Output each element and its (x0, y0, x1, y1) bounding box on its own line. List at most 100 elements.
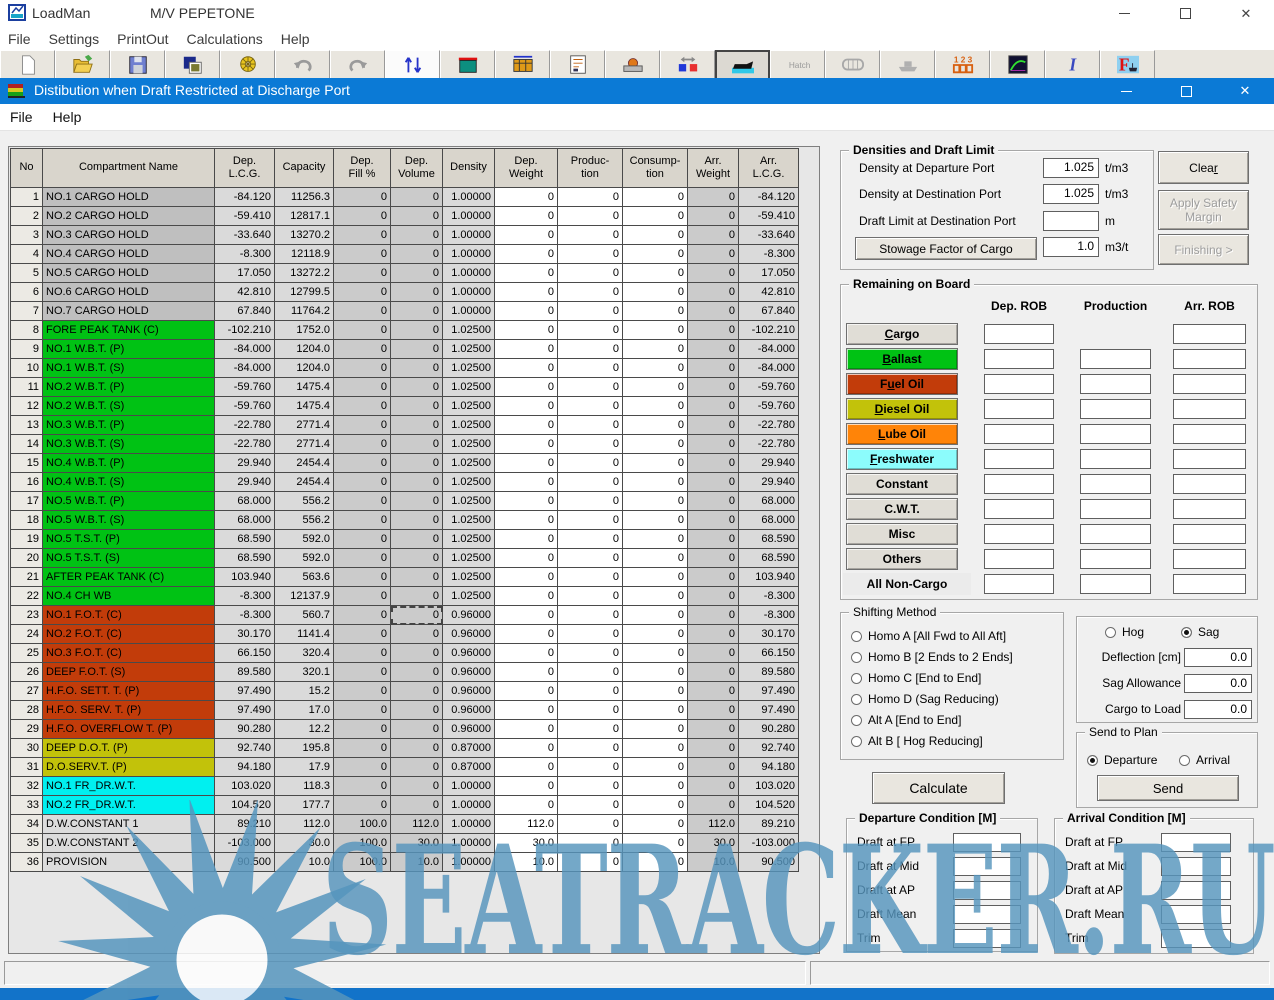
cell[interactable]: -59.760 (215, 378, 275, 397)
cell[interactable]: 10.0 (495, 853, 558, 872)
cell[interactable]: 0 (688, 796, 739, 815)
cell[interactable]: 0 (391, 739, 443, 758)
arrival-input-2[interactable] (1161, 881, 1231, 900)
cell[interactable]: 0 (623, 739, 688, 758)
cell[interactable]: 30.170 (739, 625, 799, 644)
cell[interactable]: 0 (558, 454, 623, 473)
cell[interactable]: -84.000 (215, 359, 275, 378)
toolbar-button-undo[interactable] (275, 50, 330, 78)
cell[interactable]: 0 (391, 416, 443, 435)
cell[interactable]: 12118.9 (275, 245, 334, 264)
finishing-button[interactable]: Finishing > (1158, 234, 1249, 265)
cell[interactable]: 92.740 (215, 739, 275, 758)
cell[interactable]: 0 (334, 511, 391, 530)
cell[interactable]: 103.940 (739, 568, 799, 587)
cell[interactable]: 0 (391, 245, 443, 264)
cell[interactable]: 0 (688, 435, 739, 454)
cell[interactable]: 0 (391, 264, 443, 283)
rob-button-ballast[interactable]: Ballast (846, 348, 958, 370)
cell[interactable]: 0 (623, 359, 688, 378)
rob-input-freshwater-prod[interactable] (1080, 449, 1151, 469)
cell-compartment-name[interactable]: NO.2 CARGO HOLD (43, 207, 215, 226)
cell[interactable]: 0 (495, 492, 558, 511)
cell[interactable]: 560.7 (275, 606, 334, 625)
cell[interactable]: 0 (558, 226, 623, 245)
cell[interactable]: 0 (558, 340, 623, 359)
cell[interactable]: 0 (688, 568, 739, 587)
cell[interactable]: 0 (334, 359, 391, 378)
cell[interactable]: 0 (688, 549, 739, 568)
cell[interactable]: 67.840 (215, 302, 275, 321)
cell[interactable]: 32 (11, 777, 43, 796)
cell[interactable]: 0 (495, 568, 558, 587)
rob-input-others-prod[interactable] (1080, 549, 1151, 569)
cell[interactable]: 0 (688, 625, 739, 644)
menu-item-settings[interactable]: Settings (49, 31, 100, 47)
cell[interactable]: 17.9 (275, 758, 334, 777)
rob-button-lube-oil[interactable]: Lube Oil (846, 423, 958, 445)
departure-input-3[interactable] (953, 905, 1021, 924)
cell-compartment-name[interactable]: NO.4 W.B.T. (P) (43, 454, 215, 473)
cell[interactable]: 0 (558, 302, 623, 321)
cell[interactable]: 24 (11, 625, 43, 644)
cell[interactable]: 7 (11, 302, 43, 321)
rob-button-cargo[interactable]: Cargo (846, 323, 958, 345)
rob-input-c-w-t-dep[interactable] (984, 499, 1054, 519)
cell-compartment-name[interactable]: D.W.CONSTANT 1 (43, 815, 215, 834)
cell[interactable]: 0 (558, 283, 623, 302)
cell[interactable]: 36 (11, 853, 43, 872)
densities-field-input-3[interactable]: 1.0 (1043, 237, 1099, 257)
cell[interactable]: 1 (11, 188, 43, 207)
rob-input-freshwater-dep[interactable] (984, 449, 1054, 469)
cell[interactable]: 0 (558, 720, 623, 739)
cell[interactable]: 0 (495, 226, 558, 245)
hogsag-option-hog[interactable]: Hog (1105, 625, 1144, 639)
cell[interactable]: 1.02500 (443, 492, 495, 511)
cell[interactable]: 0 (495, 435, 558, 454)
cell[interactable]: 0 (688, 321, 739, 340)
cell[interactable]: 0 (558, 511, 623, 530)
cell[interactable]: 0.96000 (443, 663, 495, 682)
cell[interactable]: 103.940 (215, 568, 275, 587)
cell[interactable]: 30 (11, 739, 43, 758)
cell[interactable]: -8.300 (215, 587, 275, 606)
cell[interactable]: 0 (623, 378, 688, 397)
cell[interactable]: 0 (688, 340, 739, 359)
rob-input-fuel-oil-prod[interactable] (1080, 374, 1151, 394)
cell-compartment-name[interactable]: H.F.O. OVERFLOW T. (P) (43, 720, 215, 739)
cell-compartment-name[interactable]: D.O.SERV.T. (P) (43, 758, 215, 777)
cell[interactable]: 0 (558, 549, 623, 568)
cell[interactable]: 2454.4 (275, 473, 334, 492)
cell[interactable]: 0 (495, 530, 558, 549)
cell[interactable]: 100.0 (334, 815, 391, 834)
cell[interactable]: 0.96000 (443, 701, 495, 720)
cell[interactable]: 0 (495, 245, 558, 264)
hogsag-field-input-2[interactable]: 0.0 (1184, 700, 1252, 719)
cell[interactable]: 103.020 (215, 777, 275, 796)
cell[interactable]: 30.0 (275, 834, 334, 853)
cell[interactable]: 104.520 (215, 796, 275, 815)
rob-input-all-non-cargo-arr[interactable] (1173, 574, 1246, 594)
cell[interactable]: 0 (558, 416, 623, 435)
cell[interactable]: 0 (688, 606, 739, 625)
cell[interactable]: 1.00000 (443, 302, 495, 321)
cell[interactable]: 19 (11, 530, 43, 549)
cell[interactable]: 12799.5 (275, 283, 334, 302)
cell[interactable]: 66.150 (215, 644, 275, 663)
cell[interactable]: 0 (623, 492, 688, 511)
cell[interactable]: 0 (495, 188, 558, 207)
rob-input-all-non-cargo-dep[interactable] (984, 574, 1054, 594)
arrival-input-4[interactable] (1161, 929, 1231, 948)
densities-field-input-0[interactable]: 1.025 (1043, 158, 1099, 178)
main-maximize-button[interactable] (1162, 0, 1208, 27)
cell[interactable]: 556.2 (275, 492, 334, 511)
cell[interactable]: 0 (391, 397, 443, 416)
rob-input-diesel-oil-arr[interactable] (1173, 399, 1246, 419)
cell[interactable]: 0 (391, 454, 443, 473)
cell-compartment-name[interactable]: NO.3 CARGO HOLD (43, 226, 215, 245)
cell[interactable]: 13272.2 (275, 264, 334, 283)
cell[interactable]: 0 (623, 663, 688, 682)
cell[interactable]: 9 (11, 340, 43, 359)
cell[interactable]: 0 (495, 606, 558, 625)
cell[interactable]: 0 (391, 283, 443, 302)
